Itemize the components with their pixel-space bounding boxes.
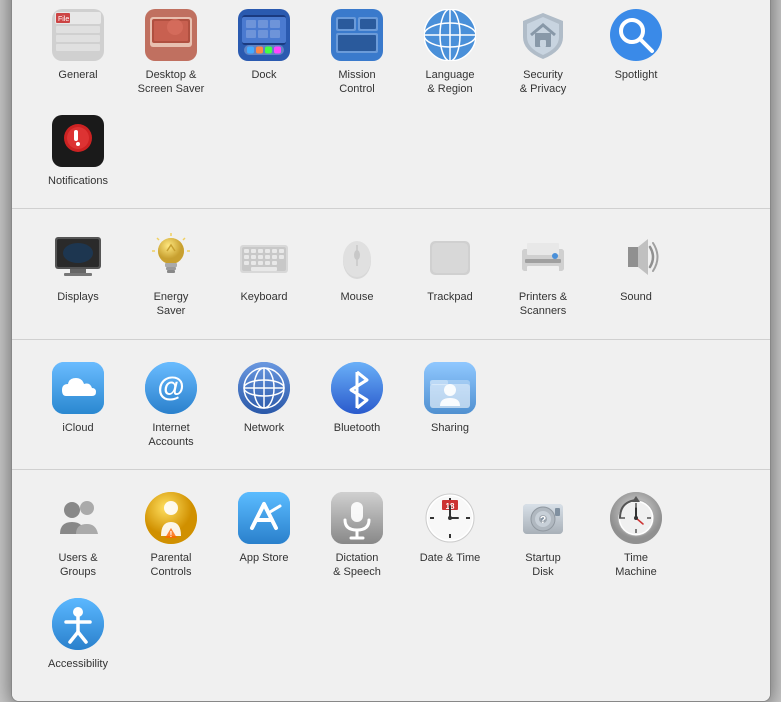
bluetooth-label: Bluetooth [334, 421, 380, 435]
desktop-screensaver-label: Desktop &Screen Saver [138, 68, 205, 97]
dock-icon [236, 7, 292, 63]
spotlight-icon [608, 7, 664, 63]
internet-section: iCloud [12, 340, 770, 471]
energy-saver-label: EnergySaver [154, 290, 189, 319]
displays-label: Displays [57, 290, 99, 304]
pref-item-mouse[interactable]: Mouse [311, 221, 404, 327]
svg-text:@: @ [157, 371, 184, 402]
mission-control-icon [329, 7, 385, 63]
keyboard-icon [236, 229, 292, 285]
system-grid: Users &Groups [32, 482, 750, 679]
svg-text:?: ? [540, 515, 546, 526]
accessibility-label: Accessibility [48, 657, 108, 671]
pref-item-users-groups[interactable]: Users &Groups [32, 482, 125, 588]
pref-item-desktop-screensaver[interactable]: Desktop &Screen Saver [125, 0, 218, 105]
users-groups-icon [50, 490, 106, 546]
pref-item-time-machine[interactable]: TimeMachine [590, 482, 683, 588]
main-window: System Preferences ◀ ▶ Show All 🔍 [11, 0, 771, 702]
sharing-icon [422, 360, 478, 416]
dictation-speech-icon [329, 490, 385, 546]
pref-item-keyboard[interactable]: Keyboard [218, 221, 311, 327]
dictation-speech-label: Dictation& Speech [333, 551, 381, 580]
system-section: Users &Groups [12, 470, 770, 691]
pref-item-network[interactable]: Network [218, 352, 311, 458]
security-privacy-icon [515, 7, 571, 63]
pref-item-startup-disk[interactable]: ? StartupDisk [497, 482, 590, 588]
mouse-label: Mouse [340, 290, 373, 304]
pref-item-displays[interactable]: Displays [32, 221, 125, 327]
printers-scanners-icon [515, 229, 571, 285]
icloud-label: iCloud [62, 421, 93, 435]
notifications-label: Notifications [48, 174, 108, 188]
sharing-label: Sharing [431, 421, 469, 435]
pref-item-app-store[interactable]: App Store [218, 482, 311, 588]
general-label: General [58, 68, 97, 82]
parental-controls-icon: ! [143, 490, 199, 546]
hardware-section: Displays [12, 209, 770, 340]
security-privacy-label: Security& Privacy [520, 68, 566, 97]
internet-accounts-label: InternetAccounts [148, 421, 193, 450]
app-store-label: App Store [240, 551, 289, 565]
time-machine-icon [608, 490, 664, 546]
general-icon: File [50, 7, 106, 63]
desktop-screensaver-icon [143, 7, 199, 63]
pref-item-bluetooth[interactable]: Bluetooth [311, 352, 404, 458]
personal-section: File General [12, 0, 770, 209]
internet-accounts-icon: @ [143, 360, 199, 416]
pref-item-mission-control[interactable]: MissionControl [311, 0, 404, 105]
keyboard-label: Keyboard [240, 290, 287, 304]
sound-icon [608, 229, 664, 285]
trackpad-label: Trackpad [427, 290, 472, 304]
pref-item-dictation-speech[interactable]: Dictation& Speech [311, 482, 404, 588]
language-region-label: Language& Region [426, 68, 475, 97]
spotlight-label: Spotlight [615, 68, 658, 82]
startup-disk-icon: ? [515, 490, 571, 546]
mouse-icon [329, 229, 385, 285]
pref-item-energy-saver[interactable]: EnergySaver [125, 221, 218, 327]
pref-item-notifications[interactable]: Notifications [32, 105, 125, 196]
svg-text:!: ! [170, 530, 173, 539]
pref-item-icloud[interactable]: iCloud [32, 352, 125, 458]
parental-controls-label: ParentalControls [151, 551, 192, 580]
pref-item-security-privacy[interactable]: Security& Privacy [497, 0, 590, 105]
pref-item-general[interactable]: File General [32, 0, 125, 105]
displays-icon [50, 229, 106, 285]
startup-disk-label: StartupDisk [525, 551, 560, 580]
pref-item-sound[interactable]: Sound [590, 221, 683, 327]
pref-item-spotlight[interactable]: Spotlight [590, 0, 683, 105]
printers-scanners-label: Printers &Scanners [519, 290, 567, 319]
pref-item-parental-controls[interactable]: ! ParentalControls [125, 482, 218, 588]
icloud-icon [50, 360, 106, 416]
energy-saver-icon [143, 229, 199, 285]
pref-item-date-time[interactable]: 18 Date & Time [404, 482, 497, 588]
internet-grid: iCloud [32, 352, 750, 458]
date-time-icon: 18 [422, 490, 478, 546]
bluetooth-icon [329, 360, 385, 416]
mission-control-label: MissionControl [338, 68, 375, 97]
dock-label: Dock [251, 68, 276, 82]
notifications-icon [50, 113, 106, 169]
date-time-label: Date & Time [420, 551, 481, 565]
pref-item-printers-scanners[interactable]: Printers &Scanners [497, 221, 590, 327]
pref-item-dock[interactable]: Dock [218, 0, 311, 105]
time-machine-label: TimeMachine [615, 551, 657, 580]
pref-item-trackpad[interactable]: Trackpad [404, 221, 497, 327]
users-groups-label: Users &Groups [58, 551, 97, 580]
pref-item-sharing[interactable]: Sharing [404, 352, 497, 458]
hardware-grid: Displays [32, 221, 750, 327]
pref-item-language-region[interactable]: Language& Region [404, 0, 497, 105]
personal-grid: File General [32, 0, 750, 196]
accessibility-icon [50, 596, 106, 652]
app-store-icon [236, 490, 292, 546]
network-label: Network [244, 421, 284, 435]
pref-item-accessibility[interactable]: Accessibility [32, 588, 125, 679]
svg-text:File: File [58, 16, 69, 23]
network-icon [236, 360, 292, 416]
trackpad-icon [422, 229, 478, 285]
sound-label: Sound [620, 290, 652, 304]
language-region-icon [422, 7, 478, 63]
pref-item-internet-accounts[interactable]: @ InternetAccounts [125, 352, 218, 458]
